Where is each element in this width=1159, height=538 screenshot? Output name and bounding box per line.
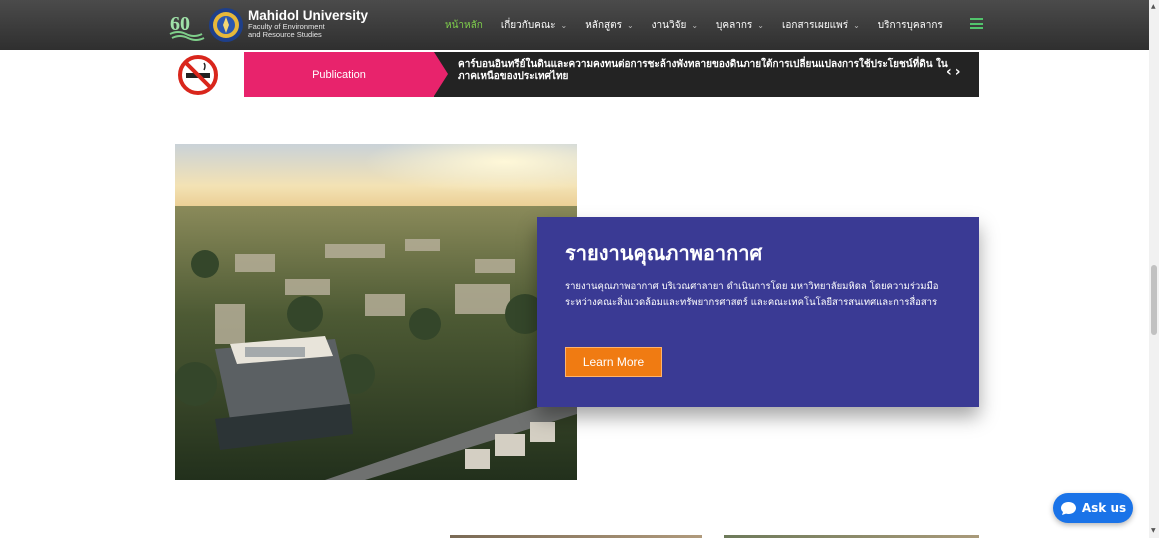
no-smoking-icon <box>178 55 218 95</box>
menu-item-publications[interactable]: เอกสารเผยแพร่ ⌄ <box>782 18 860 33</box>
chevron-right-icon[interactable]: › <box>955 64 961 80</box>
chevron-down-icon: ⌄ <box>626 20 634 30</box>
hamburger-menu-icon[interactable] <box>970 18 983 29</box>
learn-more-button[interactable]: Learn More <box>565 347 662 377</box>
scroll-down-arrow-icon[interactable]: ▼ <box>1151 527 1156 534</box>
menu-item-personnel[interactable]: บุคลากร ⌄ <box>716 18 764 33</box>
ticker-headline[interactable]: คาร์บอนอินทรีย์ในดินและความคงทนต่อการชะล… <box>458 59 948 83</box>
ticker-navigation: ‹ › <box>946 64 964 80</box>
publication-tag: Publication <box>244 52 434 97</box>
chevron-down-icon: ⌄ <box>560 20 568 30</box>
menu-label: เกี่ยวกับคณะ <box>500 19 556 31</box>
menu-item-programs[interactable]: หลักสูตร ⌄ <box>585 18 633 33</box>
logo-text: Mahidol University Faculty of Environmen… <box>248 9 368 39</box>
publication-ticker: Publication คาร์บอนอินทรีย์ในดินและความค… <box>174 52 979 97</box>
chevron-down-icon: ⌄ <box>853 20 860 30</box>
menu-label: บุคลากร <box>716 19 753 31</box>
chevron-left-icon[interactable]: ‹ <box>946 64 952 80</box>
logo-subtitle-line2: and Resource Studies <box>248 30 322 39</box>
menu-item-about[interactable]: เกี่ยวกับคณะ ⌄ <box>501 18 567 33</box>
logo-title: Mahidol University <box>248 8 369 23</box>
chevron-down-icon: ⌄ <box>757 20 764 30</box>
publication-tag-arrow <box>434 52 448 96</box>
chat-bubble-icon <box>1060 501 1076 515</box>
menu-label: เอกสารเผยแพร่ <box>781 19 849 31</box>
menu-item-research[interactable]: งานวิจัย ⌄ <box>652 18 698 33</box>
card-title: รายงานคุณภาพอากาศ <box>565 241 763 265</box>
air-quality-card: รายงานคุณภาพอากาศ รายงานคุณภาพอากาศ บริเ… <box>537 217 979 407</box>
menu-label: หน้าหลัก <box>445 19 483 31</box>
chevron-down-icon: ⌄ <box>691 20 699 30</box>
menu-label: หลักสูตร <box>585 19 622 31</box>
vertical-scrollbar[interactable]: ▲ ▼ <box>1149 0 1159 538</box>
university-seal-icon <box>209 8 243 42</box>
menu-label: บริการบุคลากร <box>877 19 943 31</box>
menu-item-staff-services[interactable]: บริการบุคลากร <box>878 18 943 33</box>
campus-aerial-photo <box>175 144 577 480</box>
scrollbar-thumb[interactable] <box>1151 265 1157 335</box>
campus-photo-image <box>175 144 577 480</box>
card-description: รายงานคุณภาพอากาศ บริเวณศาลายา ดำเนินการ… <box>565 281 939 308</box>
main-menu: หน้าหลัก เกี่ยวกับคณะ ⌄ หลักสูตร ⌄ งานวิจั… <box>445 0 961 50</box>
ask-us-label: Ask us <box>1081 501 1127 515</box>
menu-item-home[interactable]: หน้าหลัก <box>445 18 483 33</box>
scroll-up-arrow-icon[interactable]: ▲ <box>1151 3 1156 10</box>
top-navbar: 60 Mahidol University Faculty of Environ… <box>0 0 1149 50</box>
menu-label: งานวิจัย <box>651 19 687 31</box>
anniversary-60-logo-icon: 60 <box>169 13 205 41</box>
ask-us-chat-button[interactable]: Ask us <box>1053 493 1133 523</box>
